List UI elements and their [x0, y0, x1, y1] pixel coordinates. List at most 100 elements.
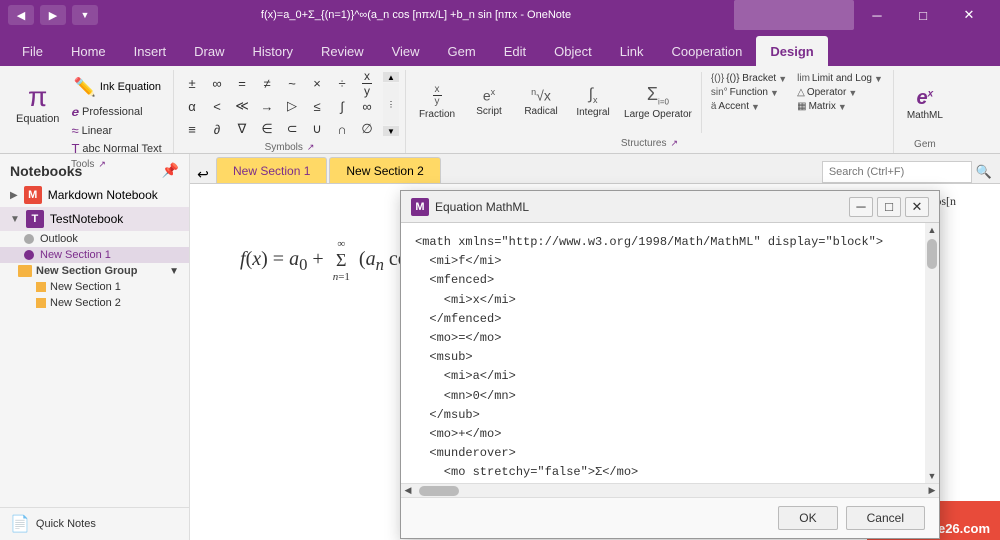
- dialog-hscrollbar[interactable]: ◀ ▶: [401, 483, 939, 497]
- sym-empty[interactable]: ∅: [355, 118, 379, 140]
- hscroll-right-arrow[interactable]: ▶: [925, 484, 939, 498]
- page-tab-1[interactable]: New Section 1: [216, 157, 327, 183]
- tools-expand-icon[interactable]: ↗: [98, 159, 106, 170]
- section-outlook[interactable]: Outlook: [0, 231, 189, 247]
- hscroll-left-arrow[interactable]: ◀: [401, 484, 415, 498]
- dialog-scrollbar[interactable]: ▲ ▼: [925, 223, 939, 483]
- sym-subset[interactable]: ⊂: [280, 118, 304, 140]
- tab-link[interactable]: Link: [606, 36, 658, 66]
- window-title: f(x)=a_0+Σ_{(n=1)}^∞(a_n cos [nπx/L] +b_…: [116, 9, 716, 21]
- sym-intersect[interactable]: ∩: [330, 118, 354, 140]
- symbols-expand-icon[interactable]: ↗: [307, 142, 315, 153]
- tab-file[interactable]: File: [8, 36, 57, 66]
- sym-rarrow[interactable]: ▷: [280, 95, 304, 117]
- symbols-grid: ± ∞ = ≠ ~ × ÷ xy α < ≪ → ▷ ≤ ∫ ∞ ≡: [180, 72, 379, 140]
- sym-alpha[interactable]: α: [180, 95, 204, 117]
- sym-divide[interactable]: ÷: [330, 72, 354, 94]
- sym-in[interactable]: ∈: [255, 118, 279, 140]
- dialog-minimize-button[interactable]: ─: [849, 197, 873, 217]
- sym-infty2[interactable]: ∞: [355, 95, 379, 117]
- tab-edit[interactable]: Edit: [490, 36, 540, 66]
- sym-partial[interactable]: ∂: [205, 118, 229, 140]
- bracket-button[interactable]: {()} {()} Bracket ▼: [707, 72, 791, 85]
- scroll-mid-btn[interactable]: ⋮: [383, 83, 399, 125]
- dialog-maximize-button[interactable]: □: [877, 197, 901, 217]
- matrix-button[interactable]: ▦ Matrix ▼: [793, 100, 887, 113]
- function-button[interactable]: sin° Function ▼: [707, 86, 791, 99]
- sidebar: Notebooks 📌 ▶ M Markdown Notebook ▼ T Te…: [0, 154, 190, 540]
- sym-union[interactable]: ∪: [305, 118, 329, 140]
- dialog-code-content[interactable]: <math xmlns="http://www.w3.org/1998/Math…: [401, 223, 939, 483]
- search-icon[interactable]: 🔍: [972, 164, 996, 180]
- maximize-button[interactable]: □: [900, 0, 946, 30]
- sym-leq[interactable]: ≤: [305, 95, 329, 117]
- script-icon: ex: [483, 87, 495, 104]
- sym-plusminus[interactable]: ±: [180, 72, 204, 94]
- sym-integral[interactable]: ∫: [330, 95, 354, 117]
- sym-equiv[interactable]: ≡: [180, 118, 204, 140]
- tab-history[interactable]: History: [239, 36, 307, 66]
- tab-view[interactable]: View: [378, 36, 434, 66]
- scroll-down-btn[interactable]: ▼: [383, 126, 399, 136]
- script-button[interactable]: ex Script: [464, 72, 514, 132]
- subsection-ns2[interactable]: New Section 2: [0, 295, 189, 311]
- tab-insert[interactable]: Insert: [120, 36, 181, 66]
- fraction-button[interactable]: xy Fraction: [412, 72, 462, 132]
- scroll-up-arrow[interactable]: ▲: [925, 223, 939, 237]
- close-button[interactable]: ✕: [946, 0, 992, 30]
- sym-less[interactable]: <: [205, 95, 229, 117]
- structures-expand-icon[interactable]: ↗: [670, 138, 678, 149]
- sym-notequal[interactable]: ≠: [255, 72, 279, 94]
- tab-gem[interactable]: Gem: [434, 36, 490, 66]
- forward-button[interactable]: ▶: [40, 5, 66, 25]
- tab-home[interactable]: Home: [57, 36, 120, 66]
- sym-infinity[interactable]: ∞: [205, 72, 229, 94]
- section-group-new[interactable]: New Section Group ▼: [0, 263, 189, 279]
- sym-nabla[interactable]: ∇: [230, 118, 254, 140]
- sym-equal[interactable]: =: [230, 72, 254, 94]
- subsection-ns1[interactable]: New Section 1: [0, 279, 189, 295]
- cancel-button[interactable]: Cancel: [846, 506, 925, 530]
- sym-frac[interactable]: xy: [355, 72, 379, 94]
- scroll-thumb[interactable]: [927, 239, 937, 269]
- ok-button[interactable]: OK: [778, 506, 837, 530]
- scroll-down-arrow[interactable]: ▼: [925, 469, 939, 483]
- scroll-up-btn[interactable]: ▲: [383, 72, 399, 82]
- quick-notes[interactable]: 📄 Quick Notes: [0, 507, 189, 540]
- equation-mathml-dialog[interactable]: M Equation MathML ─ □ ✕ <math xmlns="htt…: [400, 190, 940, 539]
- notebook-test[interactable]: ▼ T TestNotebook: [0, 207, 189, 231]
- tab-review[interactable]: Review: [307, 36, 378, 66]
- notebook-markdown[interactable]: ▶ M Markdown Notebook: [0, 183, 189, 207]
- integral-button[interactable]: ∫x Integral: [568, 72, 618, 132]
- large-operator-button[interactable]: Σi=0 Large Operator: [620, 72, 696, 132]
- tab-back-button[interactable]: ↩: [190, 166, 216, 183]
- sym-arrow[interactable]: →: [255, 95, 279, 117]
- operator-button[interactable]: △ Operator ▼: [793, 86, 887, 99]
- search-input[interactable]: [822, 161, 972, 183]
- minimize-button[interactable]: ─: [854, 0, 900, 30]
- professional-button[interactable]: 𝒆 Professional: [67, 103, 167, 121]
- tab-draw[interactable]: Draw: [180, 36, 238, 66]
- radical-button[interactable]: n√x Radical: [516, 72, 566, 132]
- title-search[interactable]: [734, 0, 854, 30]
- accent-button[interactable]: ä Accent ▼: [707, 100, 791, 113]
- page-tab-2[interactable]: New Section 2: [329, 157, 440, 183]
- sym-dbless[interactable]: ≪: [230, 95, 254, 117]
- equation-button[interactable]: π Equation: [10, 72, 65, 136]
- dropdown-button[interactable]: ▼: [72, 5, 98, 25]
- linear-button[interactable]: ≈ Linear: [67, 122, 167, 139]
- tab-cooperation[interactable]: Cooperation: [658, 36, 757, 66]
- dialog-app-icon: M: [411, 198, 429, 216]
- mathml-button[interactable]: ex MathML: [900, 72, 950, 136]
- section-newsection1[interactable]: New Section 1: [0, 247, 189, 263]
- normal-text-button[interactable]: T abc Normal Text: [67, 140, 167, 157]
- tab-object[interactable]: Object: [540, 36, 606, 66]
- hscroll-thumb[interactable]: [419, 486, 459, 496]
- back-button[interactable]: ◀: [8, 5, 34, 25]
- dialog-close-button[interactable]: ✕: [905, 197, 929, 217]
- sym-times[interactable]: ×: [305, 72, 329, 94]
- limit-button[interactable]: lim Limit and Log ▼: [793, 72, 887, 85]
- ink-equation-button[interactable]: ✏️ Ink Equation: [67, 72, 167, 102]
- sym-tilde[interactable]: ~: [280, 72, 304, 94]
- tab-design[interactable]: Design: [756, 36, 827, 66]
